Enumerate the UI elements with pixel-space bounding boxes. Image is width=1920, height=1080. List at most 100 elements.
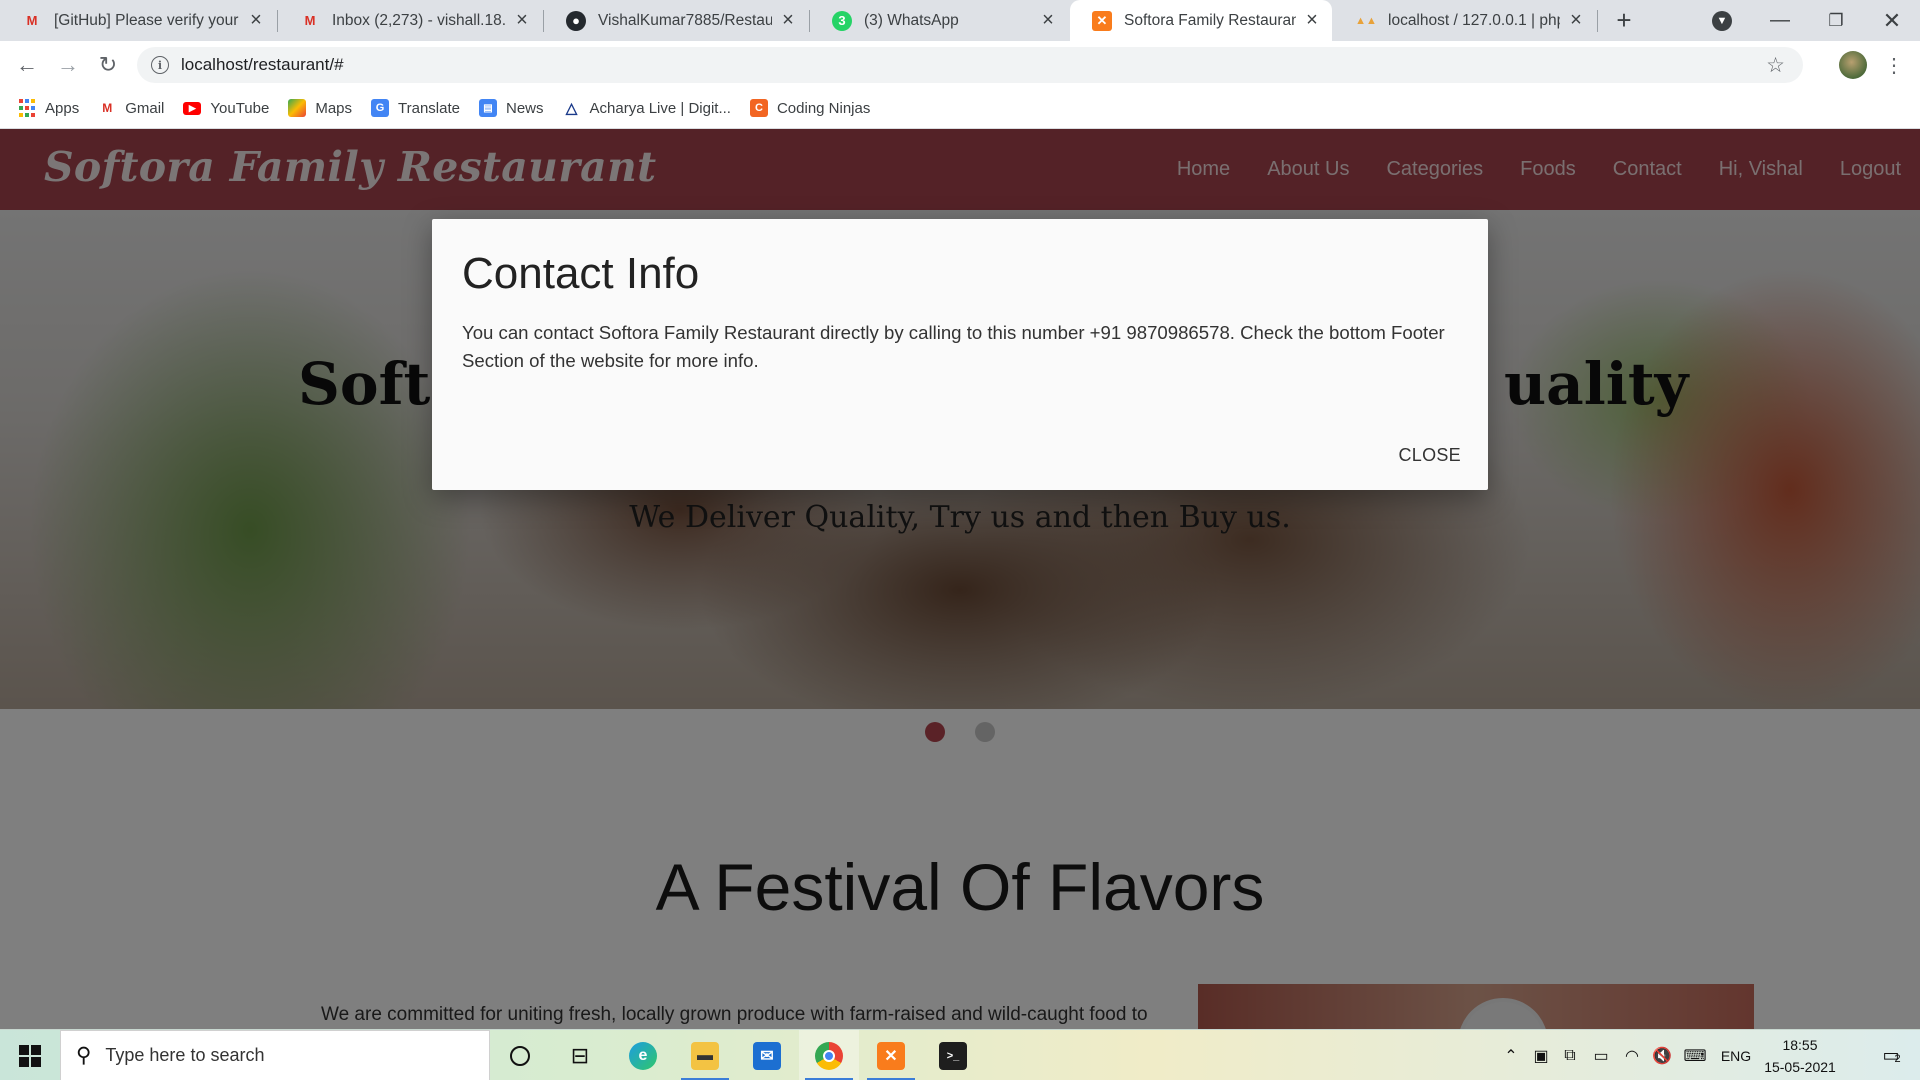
taskbar-terminal[interactable]: >_	[923, 1030, 983, 1080]
close-tab-icon[interactable]: ×	[512, 9, 532, 32]
bookmark-translate[interactable]: G Translate	[371, 99, 460, 117]
chrome-icon	[815, 1041, 843, 1070]
bookmark-label: Gmail	[125, 99, 165, 117]
browser-menu-icon[interactable]: ⋮	[1884, 49, 1904, 81]
clock-date: 15-05-2021	[1764, 1058, 1836, 1075]
bookmark-label: Apps	[45, 99, 80, 117]
xampp-icon: ✕	[1092, 10, 1112, 31]
reload-icon: ↻	[98, 52, 118, 77]
task-view-icon: ⊟	[570, 1042, 590, 1068]
address-bar[interactable]: i localhost/restaurant/# ☆	[137, 47, 1803, 83]
chevron-down-icon: ▼	[1712, 10, 1732, 31]
tray-device-icon[interactable]: ▣	[1528, 1030, 1554, 1080]
folder-icon: ▬	[691, 1041, 719, 1070]
browser-toolbar: ← → ↻ i localhost/restaurant/# ☆ ⋮	[0, 41, 1920, 88]
taskbar-mail[interactable]: ✉	[737, 1030, 797, 1080]
bookmark-maps[interactable]: Maps	[288, 99, 352, 117]
close-window-button[interactable]: ✕	[1864, 0, 1920, 41]
tray-meet-icon[interactable]: ⧉	[1556, 1030, 1584, 1080]
new-tab-button[interactable]: +	[1596, 0, 1652, 41]
news-icon: ▤	[479, 99, 497, 117]
terminal-icon: >_	[939, 1041, 967, 1070]
acharya-icon: △	[565, 100, 578, 117]
windows-logo-icon	[19, 1044, 41, 1067]
search-placeholder: Type here to search	[105, 1045, 265, 1065]
bookmark-star-icon[interactable]: ☆	[1766, 53, 1785, 78]
start-button[interactable]	[0, 1030, 60, 1080]
bookmark-news[interactable]: ▤ News	[479, 99, 544, 117]
youtube-icon: ▶	[183, 101, 202, 115]
apps-grid-icon	[18, 99, 36, 117]
keyboard-icon[interactable]: ⌨	[1678, 1030, 1712, 1080]
taskbar-xampp[interactable]: ✕	[861, 1030, 921, 1080]
bookmark-label: Maps	[315, 99, 353, 117]
windows-taskbar: ⚲ Type here to search ⊟ e ▬ ✉ ✕ >_ ⌃ ▣ ⧉…	[0, 1029, 1920, 1080]
volume-muted-icon[interactable]: 🔇	[1648, 1030, 1676, 1080]
restore-button[interactable]: ❐	[1808, 0, 1864, 41]
phpmyadmin-icon: ▲▲	[1355, 14, 1377, 27]
tab-title: Inbox (2,273) - vishall.18.bece@	[332, 11, 506, 29]
close-tab-icon[interactable]: ×	[246, 9, 266, 32]
tab-phpmyadmin[interactable]: ▲▲ localhost / 127.0.0.1 | phpMyAdmin ×	[1334, 0, 1596, 41]
arrow-left-icon: ←	[16, 52, 38, 77]
bookmark-apps[interactable]: Apps	[18, 99, 79, 117]
tab-search-button[interactable]: ▼	[1694, 0, 1750, 41]
modal-title: Contact Info	[462, 249, 700, 298]
url-text[interactable]: localhost/restaurant/#	[181, 55, 344, 75]
tab-strip: M [GitHub] Please verify your device × M…	[0, 0, 1920, 41]
whatsapp-icon: 3	[832, 10, 852, 31]
tab-inbox[interactable]: M Inbox (2,273) - vishall.18.bece@ ×	[278, 0, 542, 41]
close-tab-icon[interactable]: ×	[778, 9, 798, 32]
cortana-button[interactable]	[490, 1030, 550, 1080]
bookmark-coding-ninjas[interactable]: C Coding Ninjas	[749, 99, 870, 117]
arrow-right-icon: →	[57, 52, 79, 77]
mail-icon: ✉	[753, 1041, 781, 1070]
taskbar-search-box[interactable]: ⚲ Type here to search	[60, 1030, 490, 1080]
close-tab-icon[interactable]: ×	[1038, 9, 1058, 32]
bookmark-label: Translate	[398, 99, 460, 117]
tab-title: localhost / 127.0.0.1 | phpMyAdmin	[1388, 11, 1560, 29]
battery-icon[interactable]: ▭	[1586, 1030, 1616, 1080]
contact-info-modal: Contact Info You can contact Softora Fam…	[432, 219, 1488, 490]
tab-github-repo[interactable]: ● VishalKumar7885/Restaurant ×	[544, 0, 808, 41]
wifi-icon[interactable]: ◠	[1618, 1030, 1646, 1080]
taskbar-edge[interactable]: e	[613, 1030, 673, 1080]
bookmark-youtube[interactable]: ▶ YouTube	[183, 100, 269, 117]
taskbar-chrome[interactable]	[799, 1030, 859, 1080]
close-tab-icon[interactable]: ×	[1302, 9, 1322, 32]
search-icon: ⚲	[76, 1044, 92, 1067]
task-view-button[interactable]: ⊟	[550, 1030, 610, 1080]
clock-time: 18:55	[1782, 1036, 1818, 1053]
minimize-button[interactable]: —	[1752, 0, 1808, 41]
close-tab-icon[interactable]: ×	[1566, 9, 1586, 32]
notification-count: 2	[1894, 1053, 1901, 1065]
taskbar-file-explorer[interactable]: ▬	[675, 1030, 735, 1080]
site-info-icon[interactable]: i	[151, 56, 169, 74]
gmail-icon: M	[102, 101, 113, 115]
tab-github-verify[interactable]: M [GitHub] Please verify your device ×	[0, 0, 276, 41]
profile-avatar[interactable]	[1839, 51, 1867, 79]
tab-title: [GitHub] Please verify your device	[54, 11, 240, 29]
maps-icon	[288, 99, 307, 117]
xampp-icon: ✕	[877, 1041, 905, 1070]
action-center-button[interactable]: ▭ 2	[1866, 1030, 1916, 1080]
taskbar-clock[interactable]: 18:55 15-05-2021	[1760, 1030, 1840, 1080]
edge-icon: e	[629, 1041, 657, 1070]
tab-title: Softora Family Restaurant	[1124, 11, 1296, 29]
forward-button[interactable]: →	[52, 49, 84, 81]
tab-whatsapp[interactable]: 3 (3) WhatsApp ×	[810, 0, 1068, 41]
bookmark-gmail[interactable]: M Gmail	[98, 99, 164, 117]
language-indicator[interactable]: ENG	[1716, 1030, 1756, 1080]
reload-button[interactable]: ↻	[92, 49, 124, 81]
tab-title: (3) WhatsApp	[864, 11, 959, 29]
modal-close-button[interactable]: CLOSE	[1398, 445, 1461, 466]
translate-icon: G	[371, 99, 390, 117]
bookmark-label: Acharya Live | Digit...	[589, 99, 731, 117]
github-icon: ●	[566, 10, 586, 31]
tab-softora-active[interactable]: ✕ Softora Family Restaurant ×	[1070, 0, 1332, 41]
show-hidden-icons[interactable]: ⌃	[1498, 1030, 1524, 1080]
bookmark-acharya[interactable]: △ Acharya Live | Digit...	[563, 99, 731, 118]
page-viewport: Softora Family Restaurant Home About Us …	[0, 129, 1920, 1029]
modal-body: You can contact Softora Family Restauran…	[462, 322, 1445, 371]
back-button[interactable]: ←	[11, 49, 43, 81]
